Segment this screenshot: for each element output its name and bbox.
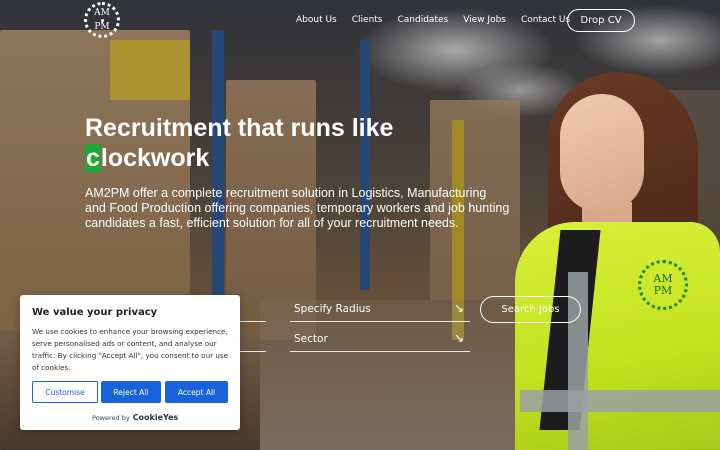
worker-photo: AM PM [510, 72, 720, 450]
vest-stripe [520, 390, 720, 412]
face [560, 94, 644, 212]
hero-title-highlight: c [85, 144, 101, 172]
am2pm-logo[interactable]: AM PM [84, 2, 120, 38]
cookieyes-logo: CookieYes [132, 413, 179, 422]
accept-all-button[interactable]: Accept All [165, 381, 228, 403]
arrow-down-right-icon: ↘ [453, 301, 464, 315]
search-jobs-button[interactable]: Search Jobs [480, 296, 581, 323]
powered-by[interactable]: Powered by CookieYes [92, 413, 178, 422]
vest-logo-bottom: PM [653, 284, 673, 297]
radius-label: Specify Radius [294, 303, 371, 315]
nav-candidates[interactable]: Candidates [398, 15, 449, 25]
logo-bottom: PM [94, 21, 110, 32]
vest-logo: AM PM [638, 260, 688, 310]
cookie-body: We use cookies to enhance your browsing … [32, 327, 229, 372]
location-field[interactable] [240, 326, 266, 352]
main-nav: About Us Clients Candidates View Jobs Co… [296, 15, 570, 25]
sector-label: Sector [294, 333, 328, 345]
sector-select[interactable]: Sector ↘ [290, 326, 470, 352]
customise-button[interactable]: Customise [32, 381, 98, 403]
nav-contact-us[interactable]: Contact Us [521, 15, 570, 25]
logo-top: AM [94, 7, 110, 18]
nav-about-us[interactable]: About Us [296, 15, 337, 25]
cookie-title: We value your privacy [32, 307, 158, 318]
hero-title-line2: lockwork [100, 144, 210, 172]
nav-view-jobs[interactable]: View Jobs [463, 15, 506, 25]
hero-title-line1: Recruitment that runs like [85, 114, 394, 142]
nav-clients[interactable]: Clients [352, 15, 383, 25]
radius-select[interactable]: Specify Radius ↘ [290, 296, 470, 322]
drop-cv-button[interactable]: Drop CV [567, 9, 635, 32]
reject-all-button[interactable]: Reject All [101, 381, 161, 403]
site-header: AM PM About Us Clients Candidates View J… [0, 0, 720, 40]
hero-title: Recruitment that runs like clockwork [85, 113, 485, 173]
powered-by-label: Powered by [92, 413, 130, 422]
hero-description: AM2PM offer a complete recruitment solut… [85, 186, 510, 230]
keyword-field[interactable] [240, 296, 266, 322]
arrow-down-right-icon: ↘ [453, 331, 464, 345]
cookie-banner: We value your privacy We use cookies to … [20, 295, 240, 430]
